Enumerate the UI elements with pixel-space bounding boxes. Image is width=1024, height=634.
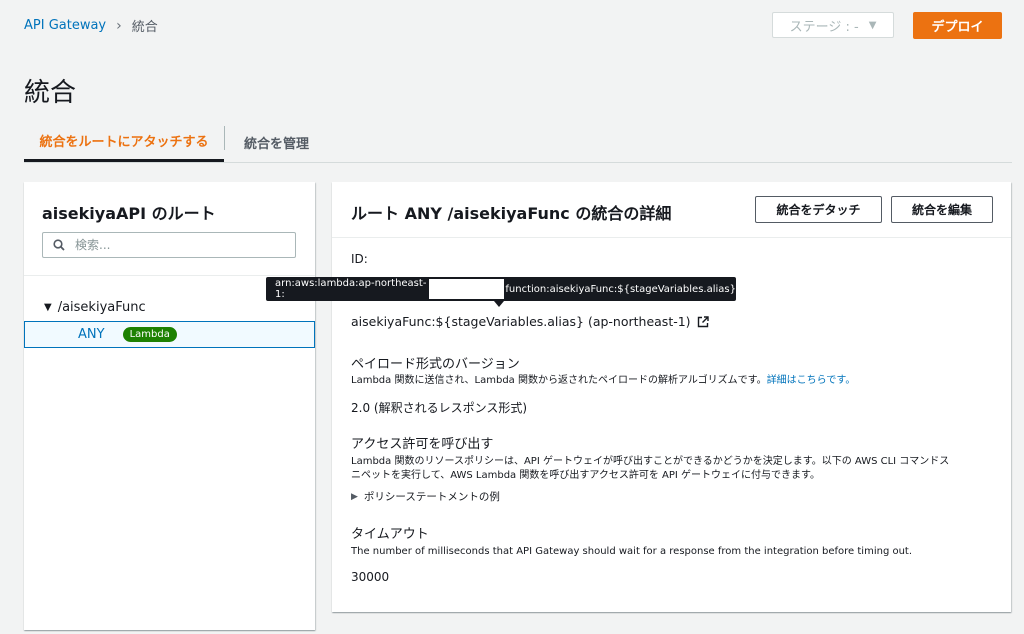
tooltip-arrow [494,301,504,307]
caret-right-icon: ▶ [351,491,358,502]
function-value-row: aisekiyaFunc:${stageVariables.alias} (ap… [351,314,709,329]
tab-attach-integration[interactable]: 統合をルートにアタッチする [24,122,224,162]
id-label: ID: [351,252,368,266]
tab-manage-integration[interactable]: 統合を管理 [244,122,309,162]
route-tree-root[interactable]: ▼ /aisekiyaFunc [44,300,146,315]
arn-tooltip: arn:aws:lambda:ap-northeast-1: function:a… [266,277,736,301]
details-title: ルート ANY /aisekiyaFunc の統合の詳細 [351,204,672,223]
breadcrumb-api-gateway-link[interactable]: API Gateway [24,18,106,33]
tab-bar: 統合をルートにアタッチする 統合を管理 [24,122,1012,163]
edit-integration-button[interactable]: 統合を編集 [891,196,993,223]
redacted-account-id [428,279,505,299]
deploy-button[interactable]: デプロイ [913,12,1002,39]
caret-down-icon: ▼ [868,19,877,31]
payload-description-text: Lambda 関数に送信され、Lambda 関数から返されたペイロードの解析アル… [351,375,767,386]
timeout-value: 30000 [351,570,390,584]
payload-format-description: Lambda 関数に送信され、Lambda 関数から返されたペイロードの解析アル… [351,374,855,388]
divider [24,275,315,276]
route-item-any[interactable]: ANY Lambda [24,321,315,348]
route-path: /aisekiyaFunc [57,300,146,315]
timeout-description: The number of milliseconds that API Gate… [351,546,913,557]
detach-integration-button[interactable]: 統合をデタッチ [755,196,882,223]
stage-select[interactable]: ステージ : - ▼ [772,12,894,38]
invoke-permission-label: アクセス許可を呼び出す [351,437,494,452]
policy-example-toggle[interactable]: ▶ ポリシーステートメントの例 [351,489,500,504]
caret-down-icon[interactable]: ▼ [44,302,52,313]
timeout-label: タイムアウト [351,527,429,542]
invoke-description-line-2: ニペットを実行して、AWS Lambda 関数を呼び出すアクセス許可を API … [351,470,821,481]
route-method: ANY [78,327,105,342]
invoke-description-line-1: Lambda 関数のリソースポリシーは、API ゲートウェイが呼び出すことができ… [351,456,950,467]
function-value: aisekiyaFunc:${stageVariables.alias} (ap… [351,314,691,329]
routes-panel-title: aisekiyaAPI のルート [42,204,216,223]
lambda-badge: Lambda [122,327,177,342]
external-link-icon[interactable] [697,315,709,328]
arn-prefix: arn:aws:lambda:ap-northeast-1: [275,278,427,300]
stage-select-label: ステージ : - [789,19,859,35]
payload-format-value: 2.0 (解釈されるレスポンス形式) [351,401,528,415]
divider [332,237,1011,238]
invoke-permission-description: Lambda 関数のリソースポリシーは、API ゲートウェイが呼び出すことができ… [351,455,1001,483]
route-search-input[interactable] [73,237,277,253]
chevron-right-icon: › [116,17,122,34]
learn-more-link[interactable]: 詳細はこちらです。 [767,375,856,386]
breadcrumb: API Gateway › 統合 [24,16,158,36]
policy-example-label: ポリシーステートメントの例 [363,491,500,503]
page-title: 統合 [24,78,77,108]
integration-details-panel: ルート ANY /aisekiyaFunc の統合の詳細 統合をデタッチ 統合を… [332,182,1011,612]
search-icon [53,239,65,251]
payload-format-label: ペイロード形式のバージョン [351,357,520,372]
breadcrumb-current: 統合 [131,20,158,35]
routes-panel: aisekiyaAPI のルート ▼ /aisekiyaFunc ANY Lam… [24,182,315,630]
tab-divider [224,126,225,150]
arn-suffix: function:aisekiyaFunc:${stageVariables.a… [505,283,736,295]
route-search-box[interactable] [42,232,296,258]
